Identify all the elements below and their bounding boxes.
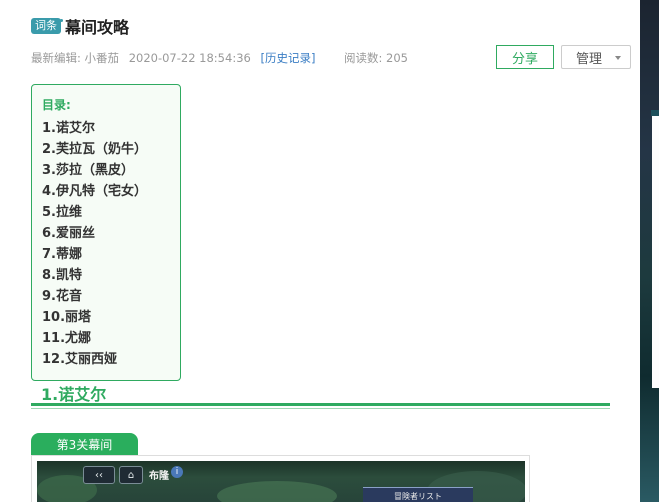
section-divider-thin <box>31 408 610 409</box>
section-divider <box>31 403 610 406</box>
toc-item[interactable]: 10.丽塔 <box>42 307 147 328</box>
toc-item[interactable]: 11.尤娜 <box>42 328 147 349</box>
back-arrow-icon: ‹‹ <box>83 466 115 484</box>
toc-heading: 目录: <box>42 98 71 112</box>
history-link[interactable]: [历史记录] <box>260 51 315 65</box>
toc-item[interactable]: 6.爱丽丝 <box>42 223 147 244</box>
chevron-down-icon <box>615 56 621 60</box>
toc-list: 1.诺艾尔 2.芙拉瓦（奶牛） 3.莎拉（黑皮） 4.伊凡特（宅女） 5.拉维 … <box>42 118 147 370</box>
adventurer-list-panel: 冒険者リスト <box>363 487 473 502</box>
toc-item[interactable]: 4.伊凡特（宅女） <box>42 181 147 202</box>
title-row: 词条 幕间攻略 <box>31 15 129 37</box>
share-button[interactable]: 分享 <box>496 45 554 69</box>
toc-item[interactable]: 12.艾丽西娅 <box>42 349 147 370</box>
toc-item[interactable]: 3.莎拉（黑皮） <box>42 160 147 181</box>
toc-item[interactable]: 7.蒂娜 <box>42 244 147 265</box>
toc-item[interactable]: 5.拉维 <box>42 202 147 223</box>
home-icon: ⌂ <box>119 466 143 484</box>
read-count: 阅读数: 205 <box>344 51 408 65</box>
section-heading: 1.诺艾尔 <box>41 385 107 404</box>
manage-label: 管理 <box>576 51 603 67</box>
article-page: 词条 幕间攻略 最新编辑: 小番茄 2020-07-22 18:54:36 [历… <box>0 0 640 502</box>
page-title: 幕间攻略 <box>65 18 130 37</box>
tab-stage-3[interactable]: 第3关幕间 <box>31 433 138 455</box>
info-icon: i <box>171 466 183 478</box>
toc-item[interactable]: 1.诺艾尔 <box>42 118 147 139</box>
edit-time: 2020-07-22 18:54:36 <box>128 51 251 65</box>
foliage-shape <box>217 481 337 502</box>
manage-dropdown[interactable]: 管理 <box>561 45 631 69</box>
toc-item[interactable]: 9.花音 <box>42 286 147 307</box>
toc-item[interactable]: 8.凯特 <box>42 265 147 286</box>
edit-meta: 最新编辑: 小番茄 2020-07-22 18:54:36 [历史记录] 阅读数… <box>31 50 408 66</box>
last-editor: 最新编辑: 小番茄 <box>31 51 120 65</box>
game-screenshot: ‹‹ ⌂ 布隆 i 冒険者リスト <box>37 461 525 502</box>
table-of-contents: 目录: 1.诺艾尔 2.芙拉瓦（奶牛） 3.莎拉（黑皮） 4.伊凡特（宅女） 5… <box>31 84 181 381</box>
toc-item[interactable]: 2.芙拉瓦（奶牛） <box>42 139 147 160</box>
entry-badge: 词条 <box>31 18 63 34</box>
side-panel-edge <box>652 116 659 388</box>
location-label: 布隆 <box>149 471 169 482</box>
